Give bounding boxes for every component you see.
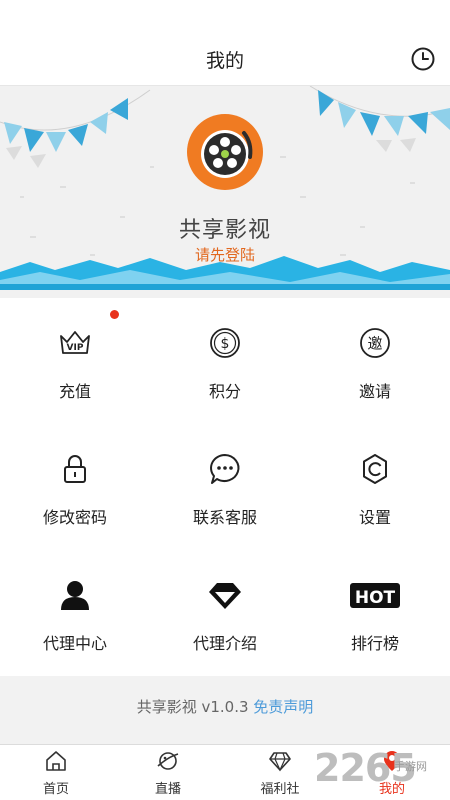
- gem-icon: [269, 752, 291, 772]
- hot-text: HOT: [355, 588, 396, 608]
- app-logo: [187, 114, 263, 190]
- top-bar: 我的: [0, 0, 450, 86]
- menu-recharge[interactable]: VIP 充值: [0, 298, 150, 424]
- dollar-coin-icon: $: [210, 328, 240, 358]
- menu-invite[interactable]: 邀 邀请: [300, 298, 450, 424]
- invite-char: 邀: [367, 335, 382, 353]
- menu-label: 联系客服: [192, 508, 257, 527]
- invite-icon: 邀: [360, 328, 390, 358]
- menu-label: 修改密码: [42, 508, 107, 527]
- tab-label: 直播: [154, 782, 181, 797]
- live-planet-icon: [157, 752, 179, 770]
- menu-settings[interactable]: 设置: [300, 424, 450, 550]
- menu-label: 充值: [58, 382, 91, 401]
- notification-dot: [110, 310, 119, 319]
- vip-crown-icon: VIP: [60, 331, 90, 354]
- watermark-site: 手游网: [394, 760, 427, 773]
- lock-icon: [64, 455, 86, 483]
- page-title: 我的: [205, 50, 244, 72]
- menu-label: 代理中心: [42, 634, 107, 653]
- menu-agent-center[interactable]: 代理中心: [0, 550, 150, 676]
- menu-grid: VIP 充值 $ 积分 邀 邀请 修改密码 联系客服 设置 代理中心 代理介绍 …: [0, 298, 450, 676]
- tab-home[interactable]: 首页: [0, 745, 112, 800]
- disclaimer-link[interactable]: 免责声明: [253, 698, 313, 716]
- tab-label: 首页: [42, 782, 69, 797]
- login-prompt[interactable]: 请先登陆: [0, 244, 450, 265]
- menu-points[interactable]: $ 积分: [150, 298, 300, 424]
- diamond-icon: [209, 583, 241, 609]
- version-text: 共享影视 v1.0.3: [136, 698, 249, 716]
- menu-label: 设置: [358, 508, 391, 527]
- tab-live[interactable]: 直播: [112, 745, 224, 800]
- svg-text:$: $: [221, 336, 230, 352]
- person-icon: [61, 581, 89, 610]
- site-watermark: 2265 手游网: [312, 744, 450, 800]
- menu-label: 代理介绍: [192, 634, 257, 653]
- vip-text: VIP: [67, 343, 84, 353]
- gear-icon: [363, 454, 387, 484]
- menu-label: 积分: [208, 382, 241, 401]
- home-icon: [46, 751, 66, 771]
- menu-change-password[interactable]: 修改密码: [0, 424, 150, 550]
- menu-agent-intro[interactable]: 代理介绍: [150, 550, 300, 676]
- menu-contact-support[interactable]: 联系客服: [150, 424, 300, 550]
- menu-label: 邀请: [358, 382, 391, 401]
- version-footer: 共享影视 v1.0.3 免责声明: [0, 676, 450, 744]
- section-divider: [0, 290, 450, 298]
- clock-icon[interactable]: [410, 46, 436, 72]
- menu-label: 排行榜: [350, 634, 399, 653]
- app-name: 共享影视: [178, 218, 271, 243]
- chat-bubble-icon: [210, 454, 240, 484]
- hot-badge-icon: HOT: [350, 583, 400, 608]
- menu-ranking[interactable]: HOT 排行榜: [300, 550, 450, 676]
